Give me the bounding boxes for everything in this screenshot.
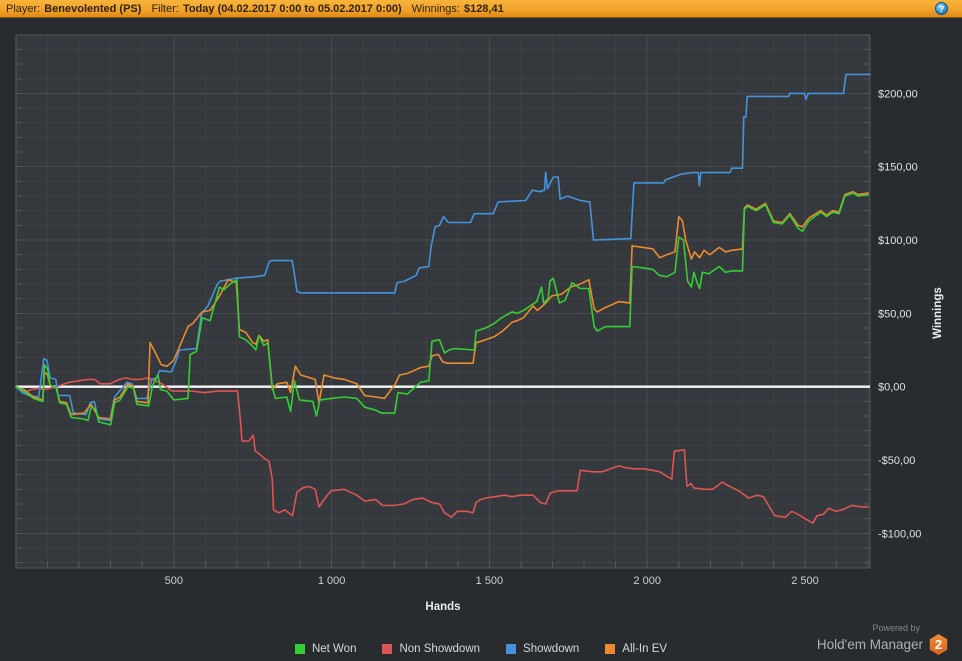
legend-label: Non Showdown xyxy=(399,643,481,655)
y-tick-label: $50,00 xyxy=(878,308,912,320)
y-tick-label: $200,00 xyxy=(878,88,918,100)
legend-label: Showdown xyxy=(523,643,580,655)
winnings-label: Winnings: xyxy=(411,3,460,15)
winnings-chart: 500 1 000 1 500 2 000 2 500 $200,00 $150,00 $10… xyxy=(15,34,944,613)
legend-swatch-icon xyxy=(605,644,616,654)
legend-swatch-icon xyxy=(294,644,305,654)
y-tick-label: -$100,00 xyxy=(878,528,921,540)
legend-swatch-icon xyxy=(382,644,393,654)
y-tick-label: -$50,00 xyxy=(878,455,915,467)
winnings-value: $128,41 xyxy=(463,3,504,15)
x-tick-label: 500 xyxy=(165,575,183,587)
hm2-badge-icon: 2 xyxy=(929,634,948,655)
hm2-graph-window: Player: Benevolented (PS) Filter: Today (04… xyxy=(0,0,962,661)
status-bar: Player: Benevolented (PS) Filter: Today (04… xyxy=(0,0,962,18)
y-tick-label: $150,00 xyxy=(878,162,918,174)
help-icon[interactable]: ? xyxy=(935,2,948,15)
y-tick-label: $100,00 xyxy=(878,235,918,247)
legend-item-showdown: Showdown xyxy=(506,643,579,655)
filter-value: Today (04.02.2017 0:00 to 05.02.2017 0:0… xyxy=(182,3,402,15)
x-tick-label: 2 500 xyxy=(791,575,819,587)
brand-name: Hold'em Manager xyxy=(816,637,923,652)
x-tick-label: 2 000 xyxy=(633,575,661,587)
legend-item-all-in-ev: All-In EV xyxy=(605,643,667,655)
y-tick-label: $0,00 xyxy=(878,382,906,394)
x-axis-title: Hands xyxy=(425,601,460,613)
legend-label: All-In EV xyxy=(622,643,668,655)
legend-swatch-icon xyxy=(506,644,517,654)
x-tick-label: 1 500 xyxy=(476,575,504,587)
legend-label: Net Won xyxy=(311,643,357,655)
player-label: Player: xyxy=(6,3,41,15)
x-tick-label: 1 000 xyxy=(318,575,346,587)
legend-item-non-showdown: Non Showdown xyxy=(382,643,480,655)
powered-by-text: Powered by xyxy=(872,623,920,633)
player-value: Benevolented (PS) xyxy=(44,3,142,15)
filter-label: Filter: xyxy=(151,3,179,15)
legend-item-net-won: Net Won xyxy=(294,643,357,655)
y-axis-title: Winnings xyxy=(932,287,944,339)
powered-by-block: Powered by Hold'em Manager 2 xyxy=(817,623,948,655)
